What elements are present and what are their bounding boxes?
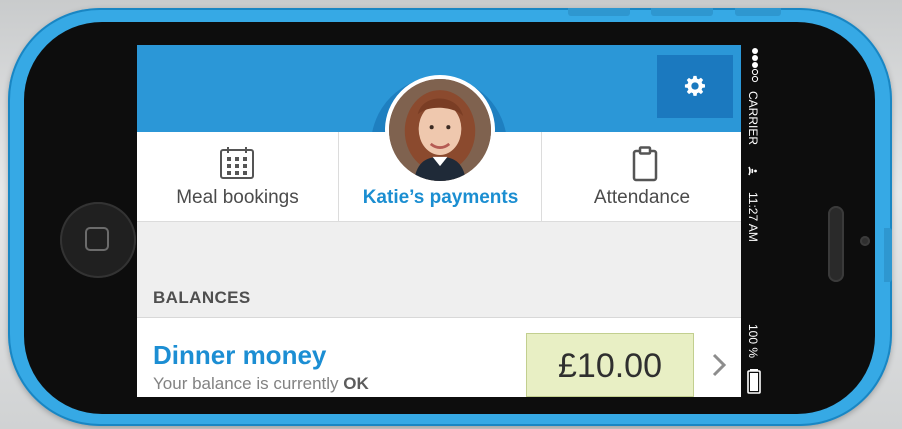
- mute-switch: [735, 8, 781, 16]
- tab-label-payments: Katie’s payments: [362, 187, 519, 208]
- chevron-right-icon: [712, 353, 727, 377]
- tab-attendance[interactable]: Attendance: [541, 132, 741, 221]
- clock-label: 11:27 AM: [746, 192, 760, 242]
- settings-button[interactable]: [657, 55, 733, 118]
- front-camera: [860, 236, 870, 246]
- carrier-label: CARRIER: [746, 91, 760, 146]
- avatar-photo: [389, 79, 491, 181]
- avatar[interactable]: [385, 75, 495, 185]
- volume-button: [568, 8, 630, 16]
- earpiece: [828, 206, 844, 282]
- balance-row-dinner-money[interactable]: Dinner money Your balance is currently O…: [137, 317, 741, 397]
- tab-label-attendance: Attendance: [593, 187, 691, 208]
- balance-status-prefix: Your balance is currently: [153, 374, 344, 393]
- balance-title: Dinner money: [153, 340, 327, 370]
- clipboard-icon: [632, 146, 658, 182]
- app-screen: Meal bookings Katie’s payments Attendanc…: [137, 45, 741, 397]
- wifi-icon: [748, 166, 757, 176]
- battery-icon: [747, 369, 761, 394]
- calendar-icon: [220, 147, 254, 179]
- power-button: [884, 228, 892, 282]
- tab-meal-bookings[interactable]: Meal bookings: [137, 132, 338, 221]
- gear-icon: [684, 75, 705, 96]
- balance-status: Your balance is currently OK: [153, 374, 369, 394]
- status-bar: CARRIER 11:27 AM 100 %: [744, 47, 764, 395]
- signal-strength-icon: [751, 48, 759, 83]
- home-square-icon: [85, 227, 109, 251]
- tab-label-meal-bookings: Meal bookings: [176, 187, 299, 208]
- balances-section-label: BALANCES: [153, 288, 251, 307]
- balance-status-value: OK: [343, 374, 369, 393]
- volume-button: [651, 8, 713, 16]
- battery-percent-label: 100 %: [746, 324, 760, 359]
- balance-amount: £10.00: [526, 333, 694, 397]
- home-button[interactable]: [60, 202, 136, 278]
